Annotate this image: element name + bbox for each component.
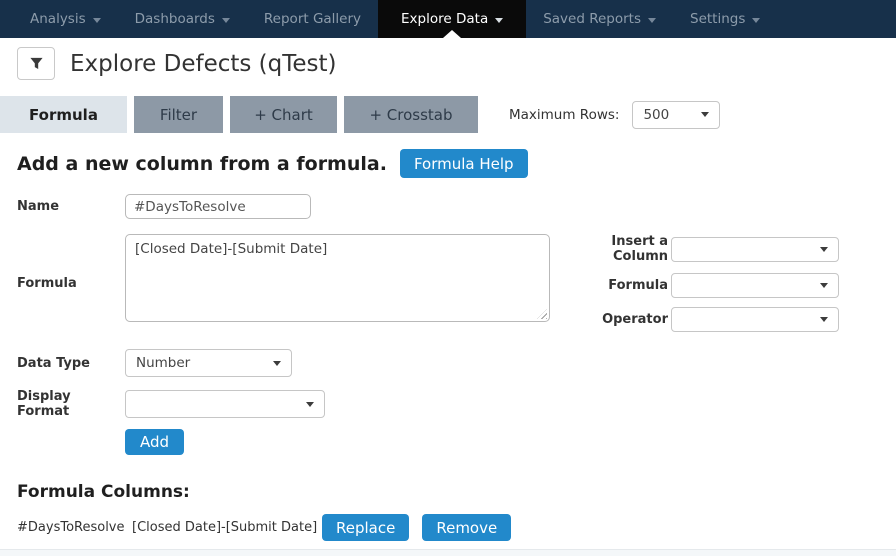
maximum-rows-value: 500: [643, 107, 669, 123]
insert-helpers-group: Insert a Column Formula Operator: [553, 234, 839, 332]
caret-down-icon: [820, 317, 828, 322]
data-type-value: Number: [136, 355, 190, 371]
operator-label: Operator: [553, 312, 668, 327]
insert-column-label: Insert a Column: [553, 234, 668, 264]
nav-item-explore-data[interactable]: Explore Data: [378, 0, 526, 38]
caret-down-icon: [306, 402, 314, 407]
tab-crosstab[interactable]: + Crosstab: [344, 96, 478, 133]
nav-item-label: Explore Data: [401, 11, 488, 27]
nav-item-label: Settings: [690, 11, 745, 27]
formula-help-button[interactable]: Formula Help: [400, 149, 528, 178]
display-format-label: Display Format: [17, 389, 125, 419]
formula-textarea-wrap: [Closed Date]-[Submit Date]: [125, 234, 550, 322]
nav-item-analysis[interactable]: Analysis: [13, 0, 118, 38]
add-column-heading-row: Add a new column from a formula. Formula…: [17, 149, 896, 178]
operator-select[interactable]: [671, 307, 839, 332]
caret-down-icon: [820, 247, 828, 252]
filter-button[interactable]: [17, 47, 55, 80]
maximum-rows-group: Maximum Rows: 500: [509, 101, 720, 129]
display-format-select[interactable]: [125, 390, 325, 418]
remove-button[interactable]: Remove: [422, 514, 511, 541]
replace-button[interactable]: Replace: [322, 514, 409, 541]
data-type-row: Data Type Number: [17, 349, 896, 377]
nav-item-label: Analysis: [30, 11, 86, 27]
caret-down-icon: [273, 361, 281, 366]
data-type-label: Data Type: [17, 356, 125, 371]
insert-column-row: Insert a Column: [553, 234, 839, 264]
caret-down-icon: [752, 18, 760, 23]
formula-column-name: #DaysToResolve: [17, 520, 132, 535]
display-format-row: Display Format: [17, 389, 896, 419]
nav-item-dashboards[interactable]: Dashboards: [118, 0, 247, 38]
nav-item-label: Dashboards: [135, 11, 215, 27]
nav-item-report-gallery[interactable]: Report Gallery: [247, 0, 378, 38]
caret-down-icon: [701, 112, 709, 117]
tab-filter[interactable]: Filter: [134, 96, 223, 133]
formula-label: Formula: [17, 276, 125, 291]
operator-row: Operator: [553, 307, 839, 332]
name-label: Name: [17, 199, 125, 214]
formula-textarea[interactable]: [Closed Date]-[Submit Date]: [125, 234, 550, 322]
maximum-rows-label: Maximum Rows:: [509, 107, 619, 123]
add-column-heading: Add a new column from a formula.: [17, 153, 387, 175]
add-button[interactable]: Add: [125, 429, 184, 455]
caret-down-icon: [820, 283, 828, 288]
formula-column-row: #DaysToResolve [Closed Date]-[Submit Dat…: [17, 514, 896, 541]
formula-form: Name Formula [Closed Date]-[Submit Date]…: [17, 194, 896, 455]
page-title: Explore Defects (qTest): [70, 51, 337, 77]
tab-chart[interactable]: + Chart: [230, 96, 337, 133]
tab-formula[interactable]: Formula: [0, 96, 127, 133]
funnel-icon: [29, 56, 44, 71]
formula-row: Formula [Closed Date]-[Submit Date] Inse…: [17, 234, 896, 332]
top-navbar: Analysis Dashboards Report Gallery Explo…: [0, 0, 896, 38]
active-tab-notch: [443, 30, 461, 38]
insert-column-select[interactable]: [671, 237, 839, 262]
tabs-row: Formula Filter + Chart + Crosstab Maximu…: [0, 96, 896, 133]
formula-column-expression: [Closed Date]-[Submit Date]: [132, 520, 322, 535]
caret-down-icon: [495, 18, 503, 23]
insert-formula-label: Formula: [553, 278, 668, 293]
maximum-rows-select[interactable]: 500: [632, 101, 720, 129]
nav-item-settings[interactable]: Settings: [673, 0, 777, 38]
data-type-select[interactable]: Number: [125, 349, 292, 377]
name-input[interactable]: [125, 194, 311, 219]
caret-down-icon: [648, 18, 656, 23]
name-row: Name: [17, 194, 896, 219]
bottom-bar: [0, 549, 896, 556]
nav-item-label: Report Gallery: [264, 11, 361, 27]
page-header: Explore Defects (qTest): [17, 47, 896, 80]
nav-item-saved-reports[interactable]: Saved Reports: [526, 0, 673, 38]
add-button-row: Add: [17, 429, 896, 455]
insert-formula-row: Formula: [553, 273, 839, 298]
formula-columns-heading: Formula Columns:: [17, 482, 896, 502]
insert-formula-select[interactable]: [671, 273, 839, 298]
nav-item-label: Saved Reports: [543, 11, 641, 27]
caret-down-icon: [222, 18, 230, 23]
caret-down-icon: [93, 18, 101, 23]
